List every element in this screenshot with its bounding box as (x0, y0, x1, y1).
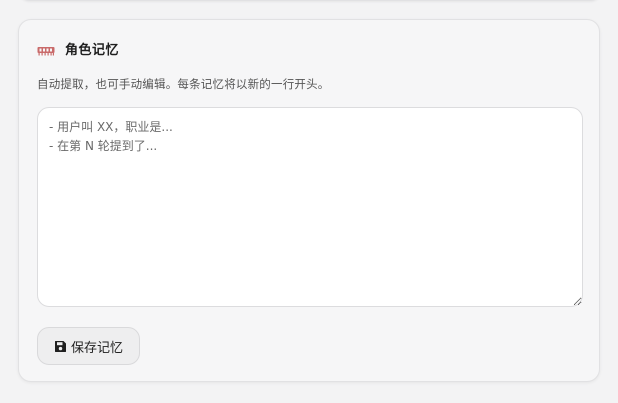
floppy-disk-icon (54, 340, 67, 353)
save-button-label: 保存记忆 (71, 340, 124, 356)
card-header: 角色记忆 (37, 39, 120, 58)
previous-card-edge (18, 0, 602, 1)
memory-chip-icon (37, 42, 55, 56)
memory-card: 角色记忆 自动提取，也可手动编辑。每条记忆将以新的一行开头。 保存记忆 (18, 19, 600, 382)
card-description: 自动提取，也可手动编辑。每条记忆将以新的一行开头。 (37, 77, 330, 91)
memory-textarea[interactable] (37, 107, 583, 307)
save-memory-button[interactable]: 保存记忆 (37, 327, 141, 365)
card-title: 角色记忆 (65, 42, 120, 58)
